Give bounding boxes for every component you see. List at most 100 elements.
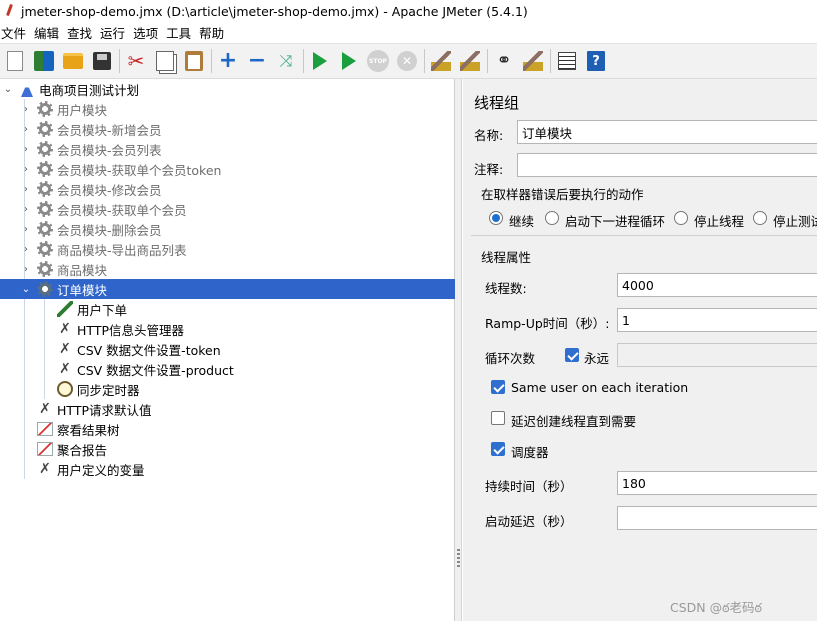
menu-help[interactable]: 帮助 <box>198 23 228 42</box>
toolbar-separator <box>119 49 120 73</box>
tree-node-label: 察看结果树 <box>57 422 120 438</box>
tree-node-config[interactable]: ✗ HTTP信息头管理器 <box>0 319 455 339</box>
clear-all-button[interactable] <box>458 49 482 73</box>
templates-button[interactable] <box>32 49 56 73</box>
tree-node-thread-group[interactable]: › 会员模块-获取单个会员token <box>0 159 455 179</box>
tree-node-selected[interactable]: ⌄ 订单模块 <box>0 279 455 299</box>
tree-node-listener[interactable]: 聚合报告 <box>0 439 455 459</box>
split-pane-divider[interactable] <box>455 79 462 621</box>
thread-props-group-title: 线程属性 <box>481 250 532 265</box>
reset-search-button[interactable] <box>521 49 545 73</box>
gear-icon <box>36 180 54 198</box>
tree-node-label: 用户定义的变量 <box>57 462 145 478</box>
tree-node-timer[interactable]: 同步定时器 <box>0 379 455 399</box>
tree-node-config[interactable]: ✗ CSV 数据文件设置-product <box>0 359 455 379</box>
tree-node-thread-group[interactable]: › 商品模块 <box>0 259 455 279</box>
expand-button[interactable]: ⤨ <box>274 49 298 73</box>
radio-continue[interactable] <box>489 211 503 225</box>
tree-node-label: HTTP请求默认值 <box>57 402 152 418</box>
collapse-arrow-icon[interactable]: ⌄ <box>20 283 32 295</box>
expand-arrow-icon[interactable]: › <box>20 123 32 135</box>
duration-field[interactable]: 180 <box>617 471 817 495</box>
tree-node-thread-group[interactable]: › 会员模块-获取单个会员 <box>0 199 455 219</box>
tree-node-config[interactable]: ✗ HTTP请求默认值 <box>0 399 455 419</box>
clear-icon <box>431 51 451 71</box>
tree-node-sampler[interactable]: 用户下单 <box>0 299 455 319</box>
save-button[interactable] <box>90 49 114 73</box>
scheduler-checkbox[interactable] <box>491 442 505 456</box>
gear-icon <box>36 220 54 238</box>
threads-field[interactable]: 4000 <box>617 273 817 297</box>
remove-button[interactable]: − <box>245 49 269 73</box>
gear-icon <box>36 100 54 118</box>
rampup-field[interactable]: 1 <box>617 308 817 332</box>
startup-delay-field[interactable] <box>617 506 817 530</box>
copy-button[interactable] <box>153 49 177 73</box>
start-no-pause-button[interactable] <box>337 49 361 73</box>
delay-create-checkbox[interactable] <box>491 411 505 425</box>
radio-stop-test[interactable] <box>753 211 767 225</box>
expand-arrow-icon[interactable]: › <box>20 263 32 275</box>
toolbar-separator <box>211 49 212 73</box>
paste-icon <box>185 51 203 71</box>
expand-arrow-icon[interactable]: › <box>20 183 32 195</box>
menu-edit[interactable]: 编辑 <box>33 23 63 42</box>
comment-field[interactable] <box>517 153 817 177</box>
tree-node-config[interactable]: ✗ 用户定义的变量 <box>0 459 455 479</box>
tree-node-label: 会员模块-获取单个会员 <box>57 202 187 218</box>
tree-node-thread-group[interactable]: › 用户模块 <box>0 99 455 119</box>
wrench-icon: ✗ <box>39 401 51 417</box>
tree-node-listener[interactable]: 察看结果树 <box>0 419 455 439</box>
expand-arrow-icon[interactable]: › <box>20 223 32 235</box>
menu-options[interactable]: 选项 <box>132 23 162 42</box>
menu-search[interactable]: 查找 <box>66 23 96 42</box>
cut-icon: ✂ <box>127 49 145 73</box>
menu-file[interactable]: 文件 <box>0 23 30 42</box>
stop-button[interactable]: STOP <box>366 49 390 73</box>
expand-arrow-icon[interactable]: › <box>20 103 32 115</box>
forever-checkbox[interactable] <box>565 348 579 362</box>
expand-arrow-icon[interactable]: › <box>20 203 32 215</box>
tree-node-thread-group[interactable]: › 会员模块-会员列表 <box>0 139 455 159</box>
tree-node-label: 同步定时器 <box>77 382 140 398</box>
search-button[interactable]: ⚭ <box>492 49 516 73</box>
same-user-checkbox[interactable] <box>491 380 505 394</box>
startup-delay-label: 启动延迟（秒） <box>485 514 573 529</box>
gear-icon <box>36 280 54 298</box>
radio-stop-thread[interactable] <box>674 211 688 225</box>
expand-arrow-icon[interactable]: › <box>20 143 32 155</box>
gear-icon <box>36 120 54 138</box>
cut-button[interactable]: ✂ <box>124 49 148 73</box>
radio-start-next-loop[interactable] <box>545 211 559 225</box>
shutdown-button[interactable]: ✕ <box>395 49 419 73</box>
tree-node-thread-group[interactable]: › 会员模块-新增会员 <box>0 119 455 139</box>
tree-node-label: CSV 数据文件设置-product <box>77 362 234 378</box>
test-plan-tree[interactable]: ⌄ 电商项目测试计划 › 用户模块 › 会员模块-新增会员 › 会员模块-会员列… <box>0 79 455 621</box>
tree-node-label: 会员模块-会员列表 <box>57 142 162 158</box>
tree-node-thread-group[interactable]: › 会员模块-删除会员 <box>0 219 455 239</box>
tree-node-thread-group[interactable]: › 会员模块-修改会员 <box>0 179 455 199</box>
expand-arrow-icon[interactable]: › <box>20 163 32 175</box>
expand-arrow-icon[interactable]: › <box>20 243 32 255</box>
tree-node-thread-group[interactable]: › 商品模块-导出商品列表 <box>0 239 455 259</box>
open-button[interactable] <box>61 49 85 73</box>
tree-node-label: 电商项目测试计划 <box>39 82 140 98</box>
tree-node-config[interactable]: ✗ CSV 数据文件设置-token <box>0 339 455 359</box>
stop-icon: STOP <box>367 50 389 72</box>
tree-node-label: 聚合报告 <box>57 442 108 458</box>
menu-tools[interactable]: 工具 <box>165 23 195 42</box>
thread-group-panel: 线程组 名称: 订单模块 注释: 在取样器错误后要执行的动作 继续 启动下一进程… <box>463 79 817 621</box>
toolbar-separator <box>487 49 488 73</box>
tree-node-root[interactable]: ⌄ 电商项目测试计划 <box>0 79 455 99</box>
paste-button[interactable] <box>182 49 206 73</box>
start-button[interactable] <box>308 49 332 73</box>
name-field[interactable]: 订单模块 <box>517 120 817 144</box>
new-button[interactable] <box>3 49 27 73</box>
collapse-arrow-icon[interactable]: ⌄ <box>2 83 14 95</box>
menu-run[interactable]: 运行 <box>99 23 129 42</box>
help-button[interactable]: ? <box>584 49 608 73</box>
clear-button[interactable] <box>429 49 453 73</box>
loop-count-field[interactable] <box>617 343 817 367</box>
function-helper-button[interactable] <box>555 49 579 73</box>
add-button[interactable]: + <box>216 49 240 73</box>
